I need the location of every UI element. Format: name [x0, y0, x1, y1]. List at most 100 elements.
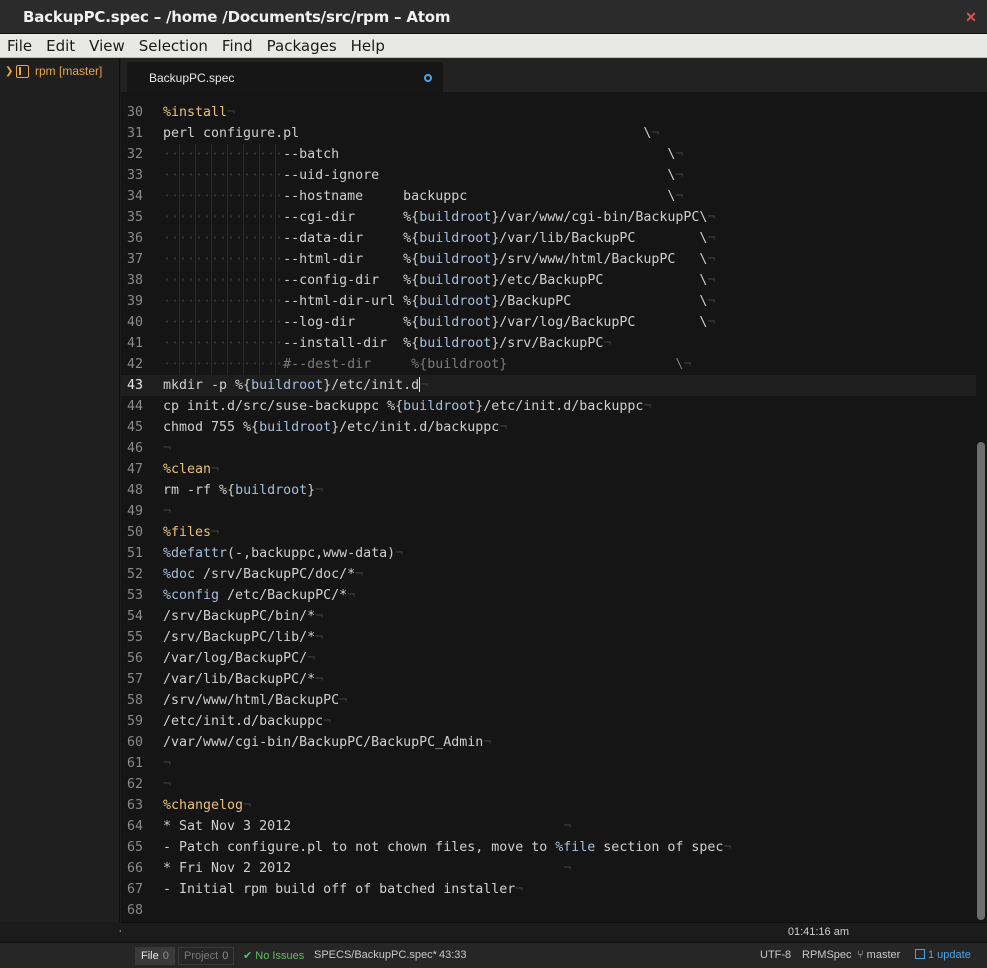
menu-view[interactable]: View [89, 37, 125, 55]
tree-project-root[interactable]: ❯ rpm [master] [5, 63, 102, 79]
code-line[interactable]: 62 ¬ [121, 774, 976, 795]
code-line[interactable]: 34 ···············--hostname backuppc \¬ [121, 186, 976, 207]
code-line[interactable]: 54/srv/BackupPC/bin/*¬ [121, 606, 976, 627]
encoding[interactable]: UTF-8 [760, 949, 791, 961]
code-line[interactable]: 57/var/lib/BackupPC/*¬ [121, 669, 976, 690]
line-number[interactable]: 57 [121, 669, 143, 690]
code-line[interactable]: 30 %install¬ [121, 102, 976, 123]
line-number[interactable]: 42 [121, 354, 143, 375]
code-line[interactable]: 33 ···············--uid-ignore \¬ [121, 165, 976, 186]
line-number[interactable]: 60 [121, 732, 143, 753]
line-number[interactable]: 53 [121, 585, 143, 606]
code-line[interactable]: 40 ···············--log-dir %{buildroot}/… [121, 312, 976, 333]
code-line[interactable]: 63 %changelog¬ [121, 795, 976, 816]
linter-status[interactable]: ✔ No Issues [243, 949, 304, 962]
line-number[interactable]: 33 [121, 165, 143, 186]
line-number[interactable]: 46 [121, 438, 143, 459]
code-line[interactable]: 38 ···············--config-dir %{buildroo… [121, 270, 976, 291]
code-line[interactable]: 35 ···············--cgi-dir %{buildroot}/… [121, 207, 976, 228]
line-number[interactable]: 40 [121, 312, 143, 333]
line-number[interactable]: 66 [121, 858, 143, 879]
line-number[interactable]: 62 [121, 774, 143, 795]
code-line[interactable]: 41 ···············--install-dir %{buildro… [121, 333, 976, 354]
line-number[interactable]: 44 [121, 396, 143, 417]
code-line[interactable]: 59/etc/init.d/backuppc¬ [121, 711, 976, 732]
line-number[interactable]: 45 [121, 417, 143, 438]
line-number[interactable]: 30 [121, 102, 143, 123]
line-number[interactable]: 54 [121, 606, 143, 627]
code-line[interactable]: 36 ···············--data-dir %{buildroot}… [121, 228, 976, 249]
line-number[interactable]: 50 [121, 522, 143, 543]
code-line[interactable]: 52 %doc /srv/BackupPC/doc/*¬ [121, 564, 976, 585]
scrollbar-thumb[interactable] [977, 442, 985, 920]
line-number[interactable]: 41 [121, 333, 143, 354]
code-line[interactable]: 50 %files¬ [121, 522, 976, 543]
tab-backuppc-spec[interactable]: BackupPC.spec [127, 62, 443, 92]
line-number[interactable]: 64 [121, 816, 143, 837]
chevron-right-icon[interactable]: ❯ [5, 66, 16, 77]
line-number[interactable]: 31 [121, 123, 143, 144]
code-line[interactable]: 42 ···············#--dest-dir %{buildroot… [121, 354, 976, 375]
line-number[interactable]: 68 [121, 900, 143, 921]
line-number[interactable]: 67 [121, 879, 143, 900]
code-line[interactable]: 48 rm -rf %{buildroot}¬ [121, 480, 976, 501]
line-number[interactable]: 63 [121, 795, 143, 816]
modified-indicator-icon[interactable] [424, 74, 432, 82]
line-number[interactable]: 65 [121, 837, 143, 858]
status-project-tab[interactable]: Project 0 [178, 947, 235, 965]
code-line[interactable]: 61 ¬ [121, 753, 976, 774]
line-number[interactable]: 55 [121, 627, 143, 648]
code-line[interactable]: 67 - Initial rpm build off of batched ins… [121, 879, 976, 900]
line-number[interactable]: 32 [121, 144, 143, 165]
code-line[interactable]: 56/var/log/BackupPC/¬ [121, 648, 976, 669]
line-number[interactable]: 34 [121, 186, 143, 207]
line-number[interactable]: 37 [121, 249, 143, 270]
code-line[interactable]: 55/srv/BackupPC/lib/*¬ [121, 627, 976, 648]
git-branch[interactable]: ⑂ master [857, 949, 900, 961]
line-number[interactable]: 49 [121, 501, 143, 522]
menu-edit[interactable]: Edit [46, 37, 75, 55]
line-number[interactable]: 47 [121, 459, 143, 480]
vertical-scrollbar[interactable] [977, 92, 985, 922]
code-line[interactable]: 46 ¬ [121, 438, 976, 459]
code-line[interactable]: 43 mkdir -p %{buildroot}/etc/init.d¬ [121, 375, 976, 396]
code-line[interactable]: 64 * Sat Nov 3 2012 ¬ [121, 816, 976, 837]
menu-help[interactable]: Help [351, 37, 385, 55]
menu-selection[interactable]: Selection [139, 37, 208, 55]
line-number[interactable]: 51 [121, 543, 143, 564]
code-line[interactable]: 53 %config /etc/BackupPC/*¬ [121, 585, 976, 606]
line-number[interactable]: 36 [121, 228, 143, 249]
status-file-tab[interactable]: File 0 [135, 947, 175, 965]
grammar[interactable]: RPMSpec [802, 949, 852, 961]
code-line[interactable]: 32 ···············--batch \¬ [121, 144, 976, 165]
code-line[interactable]: 66 * Fri Nov 2 2012 ¬ [121, 858, 976, 879]
code-line[interactable]: 44 cp init.d/src/suse-backuppc %{buildroo… [121, 396, 976, 417]
menu-packages[interactable]: Packages [267, 37, 337, 55]
line-number[interactable]: 38 [121, 270, 143, 291]
file-path[interactable]: SPECS/BackupPC.spec* [314, 949, 437, 961]
line-number[interactable]: 52 [121, 564, 143, 585]
line-number[interactable]: 61 [121, 753, 143, 774]
menu-find[interactable]: Find [222, 37, 253, 55]
update-indicator[interactable]: 1 update [915, 949, 971, 961]
code-line[interactable]: 37 ···············--html-dir %{buildroot}… [121, 249, 976, 270]
code-line[interactable]: 39 ···············--html-dir-url %{buildr… [121, 291, 976, 312]
code-line[interactable]: 60/var/www/cgi-bin/BackupPC/BackupPC_Adm… [121, 732, 976, 753]
code-line[interactable]: 49 ¬ [121, 501, 976, 522]
line-number[interactable]: 43 [121, 375, 143, 396]
code-line[interactable]: 68 [121, 900, 976, 921]
line-number[interactable]: 39 [121, 291, 143, 312]
code-line[interactable]: 65 - Patch configure.pl to not chown file… [121, 837, 976, 858]
code-editor[interactable]: 30 %install¬ 31 perl configure.pl \¬ 32 ·····… [121, 92, 987, 922]
cursor-position[interactable]: 43:33 [439, 949, 467, 961]
line-number[interactable]: 59 [121, 711, 143, 732]
code-line[interactable]: 45 chmod 755 %{buildroot}/etc/init.d/back… [121, 417, 976, 438]
line-number[interactable]: 35 [121, 207, 143, 228]
code-line[interactable]: 31 perl configure.pl \¬ [121, 123, 976, 144]
code-line[interactable]: 47 %clean¬ [121, 459, 976, 480]
line-number[interactable]: 58 [121, 690, 143, 711]
code-line[interactable]: 58/srv/www/html/BackupPC¬ [121, 690, 976, 711]
menu-file[interactable]: File [7, 37, 32, 55]
close-icon[interactable]: ✕ [963, 9, 979, 25]
line-number[interactable]: 56 [121, 648, 143, 669]
